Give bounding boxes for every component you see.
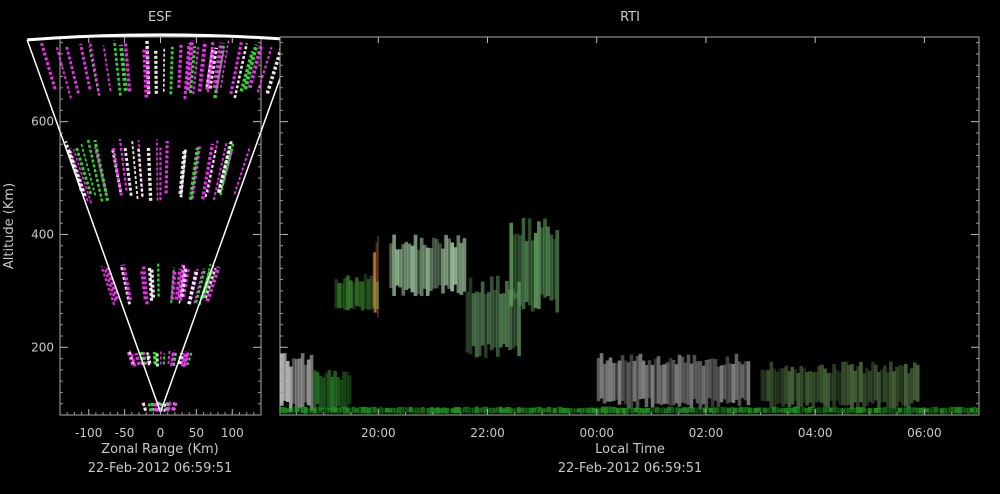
esf-echo-streak bbox=[168, 350, 169, 364]
esf-x-tick-label: -100 bbox=[75, 426, 102, 440]
esf-echo-streak bbox=[41, 41, 55, 89]
esf-x-tick-label: 100 bbox=[221, 426, 244, 440]
esf-x-tick-label: -50 bbox=[115, 426, 135, 440]
esf-echo-streak bbox=[179, 43, 181, 87]
rti-plot-area bbox=[280, 37, 979, 415]
esf-panel: ESF -100 -50 0 50 100 200 400 600 Altitude (Km)… bbox=[2, 10, 294, 476]
rti-title: RTI bbox=[620, 10, 640, 25]
esf-y-axis-label: Altitude (Km) bbox=[2, 183, 17, 269]
rti-timestamp: 22-Feb-2012 06:59:51 bbox=[558, 461, 703, 476]
rti-x-tick-label: 04:00 bbox=[798, 426, 833, 440]
rti-x-tick-label: 06:00 bbox=[907, 426, 942, 440]
rti-echo-cell bbox=[555, 230, 559, 312]
rti-x-tick-label: 02:00 bbox=[689, 426, 724, 440]
rti-x-axis-label: Local Time bbox=[595, 442, 665, 457]
rti-x-tick-label: 20:00 bbox=[361, 426, 396, 440]
rti-echo-cell bbox=[377, 236, 379, 317]
radar-figure: ESF -100 -50 0 50 100 200 400 600 Altitude (Km)… bbox=[0, 0, 1000, 490]
rti-echo-cell bbox=[463, 238, 467, 291]
radar-display: ESF -100 -50 0 50 100 200 400 600 Altitude (Km)… bbox=[0, 0, 1000, 490]
esf-y-tick-label: 400 bbox=[31, 227, 54, 241]
esf-y-tick-label: 600 bbox=[31, 115, 54, 129]
esf-x-axis-label: Zonal Range (Km) bbox=[101, 442, 218, 457]
esf-echo-streak bbox=[155, 353, 156, 365]
esf-y-tick-label: 200 bbox=[31, 340, 54, 354]
esf-x-tick-label: 0 bbox=[157, 426, 165, 440]
rti-echo-cell bbox=[747, 361, 751, 405]
rti-x-tick-label: 22:00 bbox=[470, 426, 505, 440]
esf-title: ESF bbox=[148, 10, 172, 25]
esf-timestamp: 22-Feb-2012 06:59:51 bbox=[88, 461, 233, 476]
esf-x-tick-label: 50 bbox=[189, 426, 204, 440]
rti-panel: RTI 20:00 22:00 00:00 02:00 04:00 06:00 Local… bbox=[280, 10, 980, 476]
rti-echo-cell bbox=[916, 365, 920, 402]
rti-x-tick-label: 00:00 bbox=[579, 426, 614, 440]
rti-echo-cell bbox=[348, 375, 352, 404]
